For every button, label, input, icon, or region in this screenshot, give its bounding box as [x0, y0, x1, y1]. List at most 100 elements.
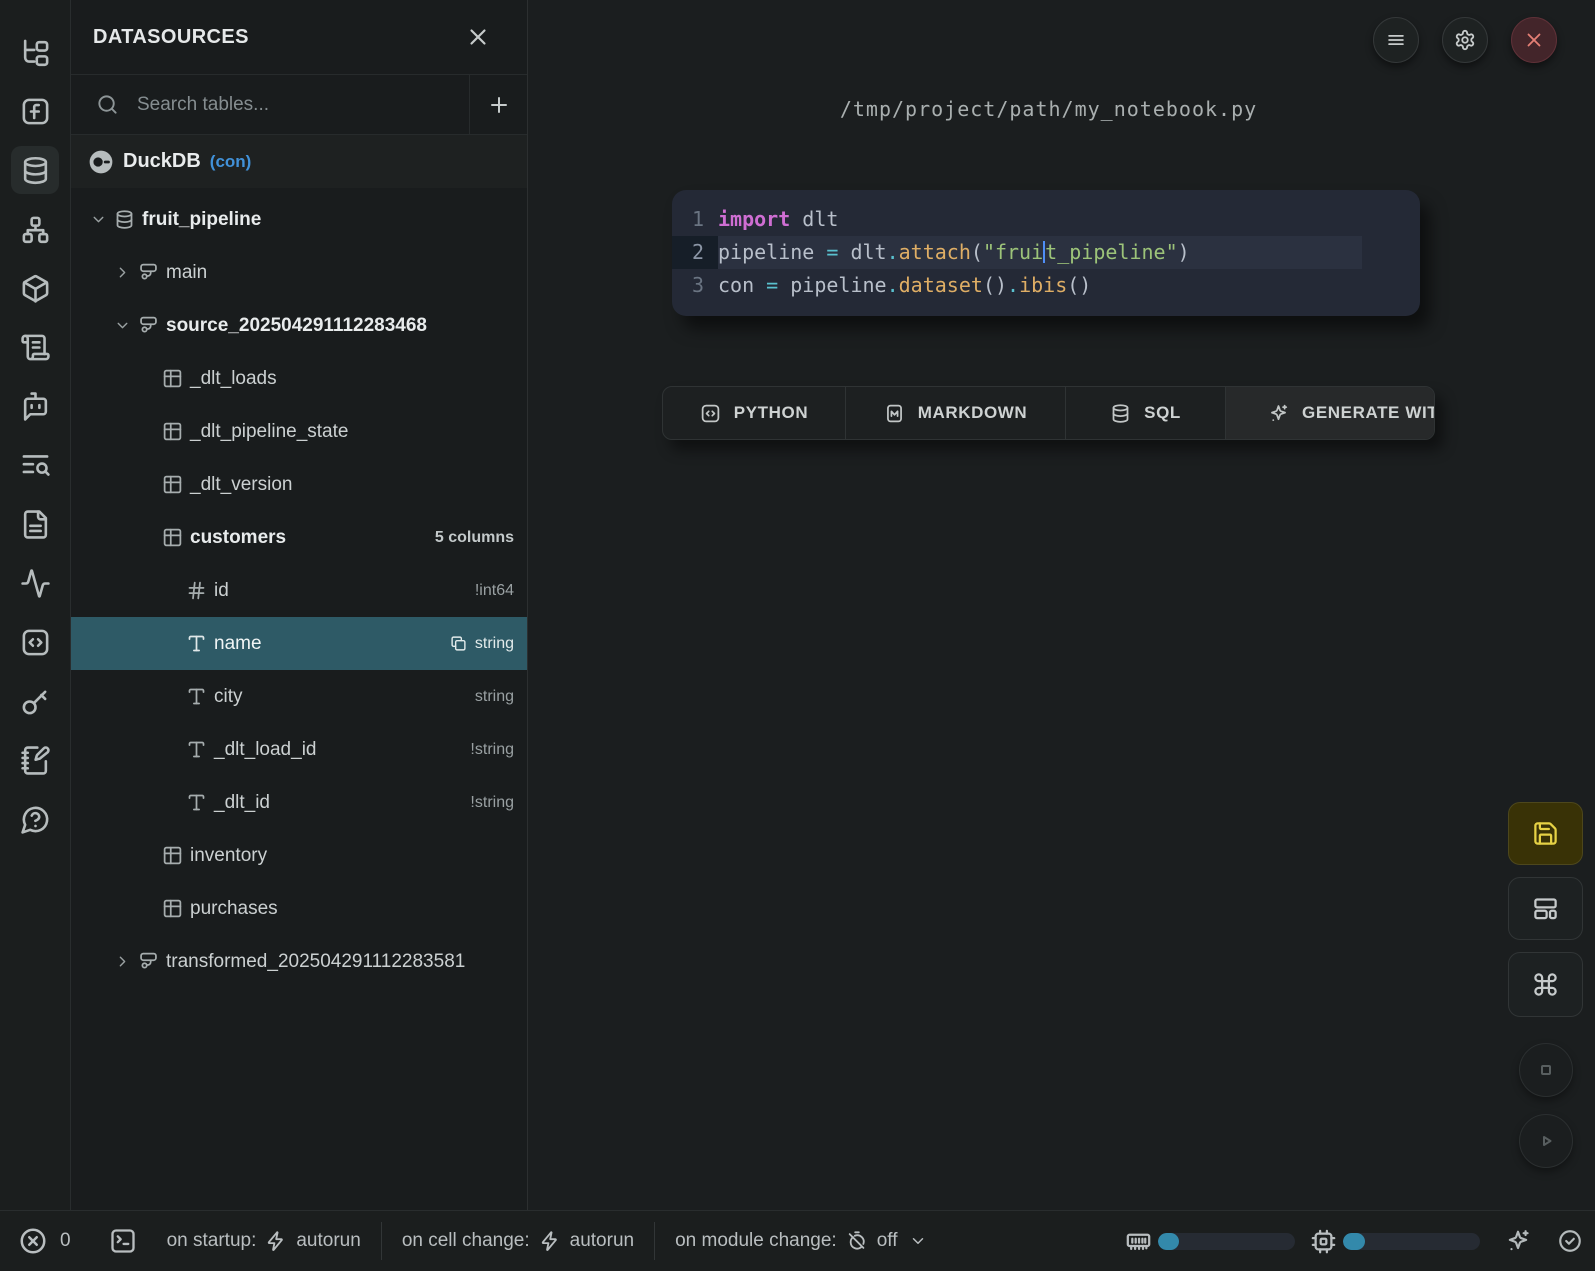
settings-icon — [1454, 29, 1476, 51]
layout-icon — [1532, 895, 1559, 922]
connection-status-button[interactable] — [1557, 1228, 1583, 1254]
rail-documentation[interactable] — [11, 500, 59, 548]
rail-functions[interactable] — [11, 87, 59, 135]
connection-engine: DuckDB — [123, 150, 201, 173]
ai-sparkles-button[interactable] — [1505, 1228, 1531, 1254]
on-module-change-label: on module change: — [675, 1230, 837, 1252]
panel-header: DATASOURCES — [71, 0, 527, 75]
tree-item-main[interactable]: main — [71, 246, 527, 299]
schema-icon — [138, 262, 159, 283]
layout-button[interactable] — [1508, 877, 1583, 940]
tree-item-label: _dlt_id — [214, 792, 270, 814]
divider — [381, 1222, 382, 1260]
on-startup-value: autorun — [296, 1230, 360, 1252]
tree-item-source-202504291112283468[interactable]: source_202504291112283468 — [71, 299, 527, 352]
menu-button[interactable] — [1373, 17, 1419, 63]
tree-item-meta: string — [475, 688, 514, 706]
memory-meter-fill — [1158, 1233, 1179, 1250]
add-cell-generate-with-ai-button[interactable]: GENERATE WITH AI — [1226, 387, 1434, 439]
file-text-icon — [20, 509, 51, 540]
workflow-icon — [20, 214, 51, 245]
code-line-1[interactable]: 1 import dlt — [672, 203, 1420, 236]
add-datasource-button[interactable] — [469, 75, 527, 134]
main-row: DATASOURCES DuckDB (con) fruit_pipeline … — [0, 0, 1595, 1210]
code-line-3[interactable]: 3 con = pipeline.dataset().ibis() — [672, 269, 1420, 302]
connection-row[interactable]: DuckDB (con) — [71, 135, 527, 188]
rail-datasources[interactable] — [11, 146, 59, 194]
rail-packages[interactable] — [11, 264, 59, 312]
bot-icon — [20, 391, 51, 422]
code-cell[interactable]: 1 import dlt 2 pipeline = dlt.attach("fr… — [672, 190, 1420, 316]
copy-icon — [450, 635, 467, 652]
rail-help[interactable] — [11, 795, 59, 843]
save-button[interactable] — [1508, 802, 1583, 865]
run-button[interactable] — [1519, 1114, 1573, 1168]
rail-variables[interactable] — [11, 559, 59, 607]
schema-icon — [138, 951, 159, 972]
type-icon — [186, 633, 207, 654]
tree-item-transformed-202504291112283581[interactable]: transformed_202504291112283581 — [71, 935, 527, 988]
add-cell-markdown-button[interactable]: MARKDOWN — [846, 387, 1066, 439]
rail-snippets[interactable] — [11, 618, 59, 666]
tree-item-label: source_202504291112283468 — [166, 315, 427, 337]
package-icon — [20, 273, 51, 304]
code-line-2[interactable]: 2 pipeline = dlt.attach("fruit_pipeline"… — [672, 236, 1420, 269]
tree-item-inventory[interactable]: inventory — [71, 829, 527, 882]
search-field[interactable] — [71, 75, 469, 134]
window-controls — [1373, 17, 1557, 63]
rail-secrets[interactable] — [11, 677, 59, 725]
shutdown-button[interactable] — [1511, 17, 1557, 63]
tree-item-meta: !string — [470, 794, 514, 812]
action-rail — [1508, 802, 1583, 1185]
command-icon — [1532, 971, 1559, 998]
tree-item-city[interactable]: city string — [71, 670, 527, 723]
tree-item-name[interactable]: name string — [71, 617, 527, 670]
table-icon — [162, 474, 183, 495]
on-startup-label: on startup: — [167, 1230, 257, 1252]
tree-item-id[interactable]: id !int64 — [71, 564, 527, 617]
tree-item-purchases[interactable]: purchases — [71, 882, 527, 935]
plus-icon — [487, 93, 511, 117]
close-icon[interactable] — [465, 24, 491, 50]
datasource-tree: fruit_pipeline main source_2025042911122… — [71, 188, 527, 1210]
add-cell-label: PYTHON — [734, 403, 808, 423]
search-icon — [96, 93, 119, 116]
rail-tracebacks[interactable] — [11, 441, 59, 489]
tree-item-customers[interactable]: customers 5 columns — [71, 511, 527, 564]
divider — [654, 1222, 655, 1260]
text-search-icon — [20, 450, 51, 481]
tree-item-dlt-version[interactable]: _dlt_version — [71, 458, 527, 511]
tree-item-dlt-pipeline-state[interactable]: _dlt_pipeline_state — [71, 405, 527, 458]
add-cell-sql-button[interactable]: SQL — [1066, 387, 1226, 439]
markdown-icon — [884, 403, 905, 424]
memory-icon — [1125, 1228, 1152, 1255]
search-input[interactable] — [137, 94, 469, 116]
status-bar: 0 on startup: autorun on cell change: au… — [0, 1210, 1595, 1271]
tree-item-dlt-loads[interactable]: _dlt_loads — [71, 352, 527, 405]
tree-item-label: _dlt_version — [190, 474, 292, 496]
tree-item-dlt-id[interactable]: _dlt_id !string — [71, 776, 527, 829]
on-cell-change-config[interactable]: on cell change: autorun — [402, 1230, 634, 1252]
keyboard-shortcuts-button[interactable] — [1508, 952, 1583, 1017]
rail-logs[interactable] — [11, 323, 59, 371]
hash-icon — [186, 580, 207, 601]
line-number: 2 — [672, 236, 718, 269]
rail-scratchpad[interactable] — [11, 736, 59, 784]
settings-button[interactable] — [1442, 17, 1488, 63]
on-module-change-value: off — [877, 1230, 898, 1252]
tree-item-fruit-pipeline[interactable]: fruit_pipeline — [71, 193, 527, 246]
add-cell-python-button[interactable]: PYTHON — [663, 387, 846, 439]
rail-ai-chat[interactable] — [11, 382, 59, 430]
errors-button[interactable]: 0 — [18, 1226, 71, 1256]
tree-item-dlt-load-id[interactable]: _dlt_load_id !string — [71, 723, 527, 776]
rail-file-explorer[interactable] — [11, 28, 59, 76]
tree-item-label: customers — [190, 527, 286, 549]
stop-button[interactable] — [1519, 1043, 1573, 1097]
on-startup-config[interactable]: on startup: autorun — [167, 1230, 361, 1252]
rail-dependencies[interactable] — [11, 205, 59, 253]
on-module-change-config[interactable]: on module change: off — [675, 1230, 926, 1252]
terminal-button[interactable] — [109, 1227, 137, 1255]
line-number: 3 — [672, 269, 718, 302]
zap-icon — [265, 1230, 287, 1252]
type-icon — [186, 686, 207, 707]
